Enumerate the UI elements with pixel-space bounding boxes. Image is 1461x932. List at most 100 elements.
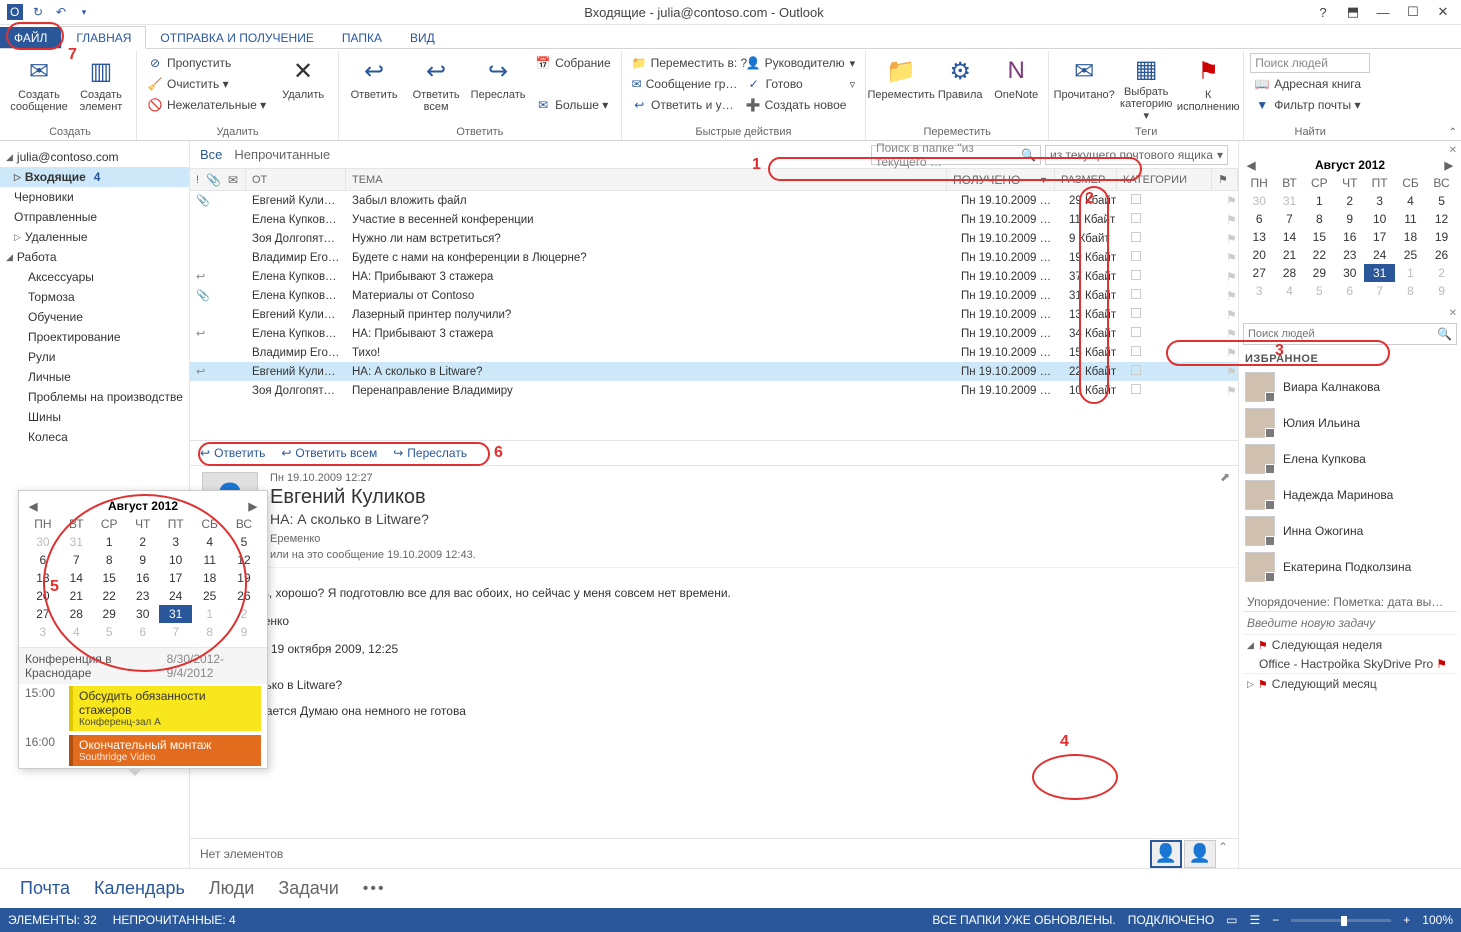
nav-people[interactable]: Люди: [209, 878, 254, 899]
meeting-button[interactable]: 📅Собрание: [531, 53, 615, 73]
favorite-contact[interactable]: Екатерина Подколзина: [1243, 549, 1457, 585]
task-item[interactable]: Office - Настройка SkyDrive Pro ⚑: [1243, 655, 1457, 673]
favorite-contact[interactable]: Юлия Ильина: [1243, 405, 1457, 441]
search-people-ribbon[interactable]: Поиск людей: [1250, 53, 1370, 73]
message-row[interactable]: 📎 Евгений Куликов Забыл вложить файл Пн …: [190, 191, 1238, 210]
task-group-next-month[interactable]: ▷⚑Следующий месяц: [1243, 673, 1457, 694]
col-subject[interactable]: ТЕМА: [346, 169, 947, 190]
filter-unread[interactable]: Непрочитанные: [234, 147, 330, 162]
folder-work[interactable]: ◢Работа: [0, 247, 189, 267]
account-node[interactable]: ◢julia@contoso.com: [0, 147, 189, 167]
folder-brakes[interactable]: Тормоза: [0, 287, 189, 307]
favorite-contact[interactable]: Инна Ожогина: [1243, 513, 1457, 549]
folder-sent[interactable]: Отправленные: [0, 207, 189, 227]
people-search-input[interactable]: [1248, 328, 1437, 340]
popout-icon[interactable]: ⬈: [1220, 470, 1230, 484]
col-size[interactable]: РАЗМЕР: [1055, 169, 1117, 190]
qs-expand[interactable]: ▿: [846, 74, 860, 94]
tab-view[interactable]: ВИД: [396, 27, 449, 48]
people-search-box[interactable]: 🔍: [1243, 323, 1457, 345]
message-row[interactable]: ↩ Евгений Куликов НА: А сколько в Litwar…: [190, 362, 1238, 381]
col-from[interactable]: ОТ: [246, 169, 346, 190]
people-card-1[interactable]: 👤: [1150, 840, 1182, 868]
tab-home[interactable]: ГЛАВНАЯ: [61, 26, 146, 49]
filter-all[interactable]: Все: [200, 147, 222, 162]
tab-folder[interactable]: ПАПКА: [328, 27, 396, 48]
todo-close-icon[interactable]: ✕: [1243, 145, 1457, 156]
folder-wheels[interactable]: Рули: [0, 347, 189, 367]
delete-button[interactable]: ✕Удалить: [274, 53, 332, 121]
rules-button[interactable]: ⚙Правила: [934, 53, 986, 121]
new-item-button[interactable]: ▥Создать элемент: [72, 53, 130, 121]
read-unread-button[interactable]: ✉Прочитано?: [1055, 53, 1113, 121]
folder-accessories[interactable]: Аксессуары: [0, 267, 189, 287]
view-normal-icon[interactable]: ▭: [1226, 913, 1237, 927]
reply-all-button[interactable]: ↩Ответить всем: [407, 53, 465, 121]
qs-more[interactable]: ▾: [846, 53, 860, 73]
search-input[interactable]: Поиск в папке "из текущего …🔍: [871, 145, 1041, 165]
send-receive-icon[interactable]: ↻: [29, 3, 47, 21]
ribbon-min-button[interactable]: ⬒: [1339, 2, 1367, 22]
qs-email-group[interactable]: ✉Сообщение гр…: [628, 74, 738, 94]
qs-move-to[interactable]: 📁Переместить в: ?: [628, 53, 738, 73]
col-received[interactable]: ПОЛУЧЕНО▼: [947, 169, 1055, 190]
people-pane-close-icon[interactable]: ✕: [1243, 308, 1457, 319]
task-group-next-week[interactable]: ◢⚑Следующая неделя: [1243, 634, 1457, 655]
message-row[interactable]: ↩ Елена Купкова… НА: Прибывают 3 стажера…: [190, 324, 1238, 343]
minimize-button[interactable]: —: [1369, 2, 1397, 22]
cal-prev[interactable]: ◀: [1247, 159, 1255, 172]
folder-drafts[interactable]: Черновики: [0, 187, 189, 207]
peek-next[interactable]: ▶: [249, 500, 257, 513]
peek-prev[interactable]: ◀: [29, 500, 37, 513]
favorite-contact[interactable]: Надежда Маринова: [1243, 477, 1457, 513]
peek-event-2[interactable]: 16:00Окончательный монтажSouthridge Vide…: [19, 733, 267, 768]
folder-inbox[interactable]: ▷Входящие4: [0, 167, 189, 187]
message-row[interactable]: Владимир Егоров Тихо! Пн 19.10.2009 12… …: [190, 343, 1238, 362]
peek-event-1[interactable]: 15:00Обсудить обязанности стажеровКонфер…: [19, 684, 267, 733]
message-row[interactable]: Владимир Егоров Будете с нами на конфере…: [190, 248, 1238, 267]
rp-reply-button[interactable]: ↩Ответить: [200, 446, 265, 460]
folder-issues[interactable]: Проблемы на производстве: [0, 387, 189, 407]
close-button[interactable]: ✕: [1429, 2, 1457, 22]
folder-deleted[interactable]: ▷Удаленные: [0, 227, 189, 247]
ignore-button[interactable]: ⊘Пропустить: [143, 53, 270, 73]
rp-forward-button[interactable]: ↪Переслать: [393, 446, 467, 460]
onenote-button[interactable]: NOneNote: [990, 53, 1042, 121]
col-categories[interactable]: КАТЕГОРИИ: [1117, 169, 1212, 190]
junk-button[interactable]: 🚫Нежелательные ▾: [143, 95, 270, 115]
message-row[interactable]: ↩ Елена Купкова… НА: Прибывают 3 стажера…: [190, 267, 1238, 286]
forward-button[interactable]: ↪Переслать: [469, 53, 527, 121]
favorite-contact[interactable]: Елена Купкова: [1243, 441, 1457, 477]
address-book-button[interactable]: 📖Адресная книга: [1250, 74, 1370, 94]
message-row[interactable]: Евгений Куликов Лазерный принтер получил…: [190, 305, 1238, 324]
rp-reply-all-button[interactable]: ↩Ответить всем: [281, 446, 377, 460]
ribbon-collapse-icon[interactable]: ⌃: [1449, 127, 1457, 138]
categorize-button[interactable]: ▦Выбрать категорию ▾: [1117, 53, 1175, 121]
qs-to-manager[interactable]: 👤Руководителю: [742, 53, 842, 73]
message-row[interactable]: 📎 Елена Купкова… Материалы от Contoso Пн…: [190, 286, 1238, 305]
zoom-out[interactable]: −: [1272, 913, 1279, 927]
folder-training[interactable]: Обучение: [0, 307, 189, 327]
folder-tires[interactable]: Шины: [0, 407, 189, 427]
favorite-contact[interactable]: Виара Калнакова: [1243, 369, 1457, 405]
help-button[interactable]: ?: [1309, 2, 1337, 22]
col-icons[interactable]: ! 📎 ✉: [190, 169, 246, 190]
new-message-button[interactable]: ✉Создать сообщение: [10, 53, 68, 121]
cal-next[interactable]: ▶: [1445, 159, 1453, 172]
message-row[interactable]: Зоя Долгопятова Перенаправление Владимир…: [190, 381, 1238, 400]
message-row[interactable]: Зоя Долгопятова Нужно ли нам встретиться…: [190, 229, 1238, 248]
nav-tasks[interactable]: Задачи: [278, 878, 338, 899]
maximize-button[interactable]: ☐: [1399, 2, 1427, 22]
folder-wheels2[interactable]: Колеса: [0, 427, 189, 447]
folder-personal[interactable]: Личные: [0, 367, 189, 387]
tab-file[interactable]: ФАЙЛ: [0, 27, 61, 48]
qs-create-new[interactable]: ➕Создать новое: [742, 95, 842, 115]
qs-done[interactable]: ✓Готово: [742, 74, 842, 94]
view-reading-icon[interactable]: ☰: [1250, 913, 1261, 927]
tab-send-receive[interactable]: ОТПРАВКА И ПОЛУЧЕНИЕ: [146, 27, 327, 48]
col-flag[interactable]: ⚑: [1212, 169, 1238, 190]
followup-button[interactable]: ⚑К исполнению: [1179, 53, 1237, 121]
tasks-sort[interactable]: Упорядочение: Пометка: дата вы…: [1243, 593, 1457, 612]
search-scope-dropdown[interactable]: из текущего почтового ящика▾: [1045, 145, 1228, 165]
message-row[interactable]: Елена Купкова… Участие в весенней конфер…: [190, 210, 1238, 229]
